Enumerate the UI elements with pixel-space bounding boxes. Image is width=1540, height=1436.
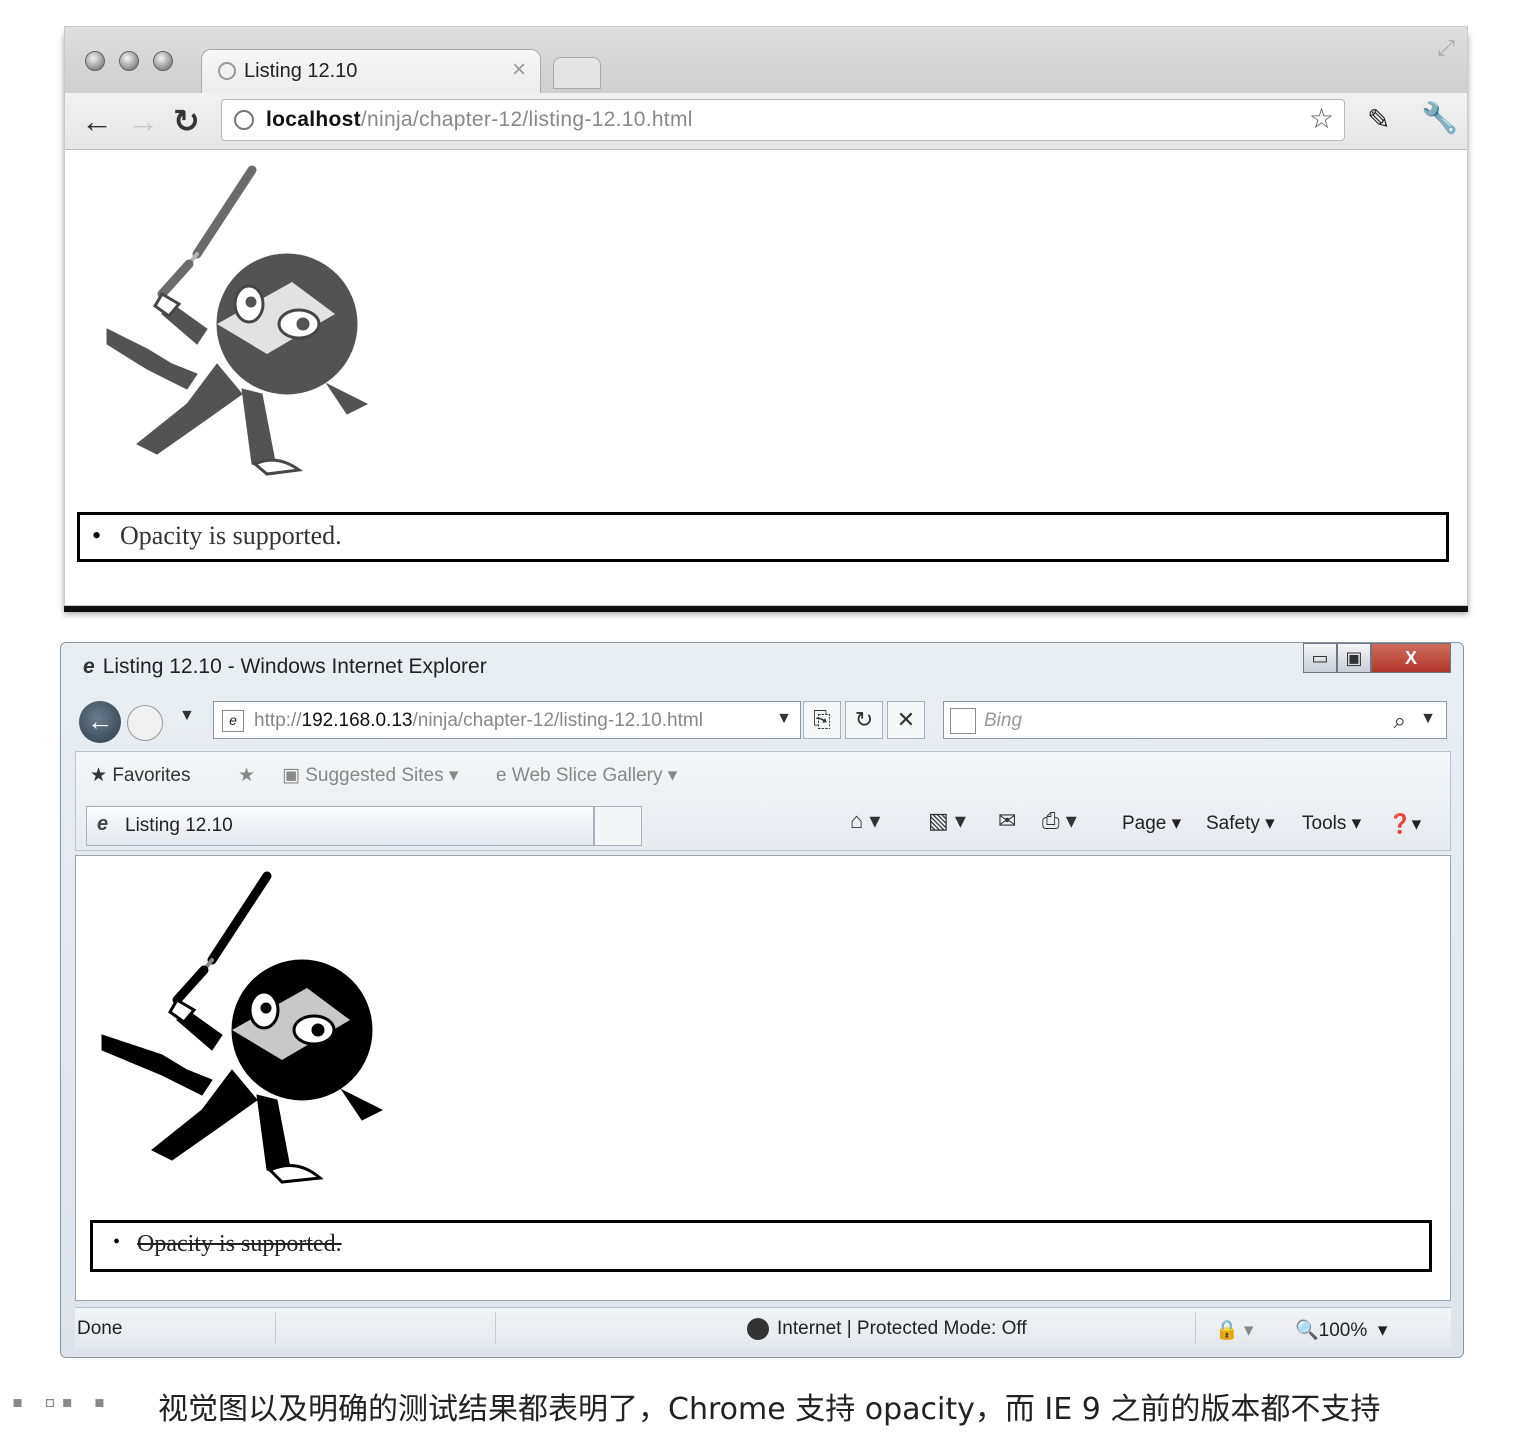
- security-zone-text[interactable]: Internet | Protected Mode: Off: [777, 1318, 1027, 1340]
- bing-icon: [950, 708, 976, 734]
- search-placeholder: Bing: [984, 710, 1023, 731]
- caption-text: 视觉图以及明确的测试结果都表明了，Chrome 支持 opacity，而 IE …: [158, 1392, 1381, 1427]
- help-icon[interactable]: ❓▾: [1388, 812, 1421, 836]
- chrome-url[interactable]: localhost/ninja/chapter-12/listing-12.10…: [266, 108, 693, 132]
- ie-tab[interactable]: e Listing 12.10: [86, 806, 594, 846]
- close-button[interactable]: X: [1371, 643, 1451, 673]
- stop-icon[interactable]: ✕: [887, 701, 925, 739]
- tab-close-icon[interactable]: ×: [512, 56, 526, 84]
- figure-caption: ▪ ▫▪ ▪ 视觉图以及明确的测试结果都表明了，Chrome 支持 opacit…: [12, 1384, 1532, 1427]
- recent-pages-dropdown-icon[interactable]: ▼: [179, 707, 195, 725]
- ie-url[interactable]: http://192.168.0.13/ninja/chapter-12/lis…: [254, 710, 703, 732]
- favorites-label: Favorites: [112, 765, 191, 786]
- forward-arrow-icon[interactable]: →: [127, 101, 159, 141]
- fullscreen-icon[interactable]: ⤢: [1437, 35, 1455, 61]
- chrome-toolbar: ← → ↻ localhost/ninja/chapter-12/listing…: [65, 93, 1467, 150]
- minimize-traffic-light[interactable]: [119, 51, 139, 71]
- status-text: Done: [77, 1318, 123, 1339]
- ie-address-row: ← ▼ e http://192.168.0.13/ninja/chapter-…: [61, 695, 1463, 743]
- add-favorites-icon[interactable]: ★: [238, 764, 255, 787]
- maximize-button[interactable]: ▣: [1337, 643, 1371, 673]
- url-host: localhost: [266, 108, 361, 131]
- results-list: Opacity is supported.: [90, 1220, 1432, 1272]
- url-path: /ninja/chapter-12/listing-12.10.html: [360, 108, 693, 131]
- web-slice-label: Web Slice Gallery: [511, 765, 663, 786]
- ninja-image: [106, 165, 369, 476]
- safety-menu-label: Safety: [1206, 813, 1260, 834]
- new-tab-button[interactable]: [594, 806, 642, 846]
- print-icon[interactable]: ⎙ ▾: [1042, 808, 1077, 834]
- url-host: 192.168.0.13: [301, 710, 413, 731]
- page-favicon-icon: [218, 62, 236, 80]
- new-tab-button[interactable]: [553, 57, 601, 89]
- safety-menu[interactable]: Safety ▾: [1206, 812, 1275, 835]
- ie-window-title: Listing 12.10 - Windows Internet Explore…: [102, 655, 487, 678]
- page-icon: e: [222, 710, 244, 732]
- web-slice-icon: e: [496, 765, 512, 786]
- favorites-button[interactable]: ★ Favorites: [90, 764, 190, 787]
- window-controls: ▭ ▣ X: [1303, 643, 1451, 677]
- feeds-icon[interactable]: ▧ ▾: [928, 808, 966, 834]
- internet-zone-icon: [747, 1318, 769, 1340]
- forward-arrow-icon[interactable]: [127, 705, 163, 741]
- star-icon[interactable]: ☆: [1309, 102, 1334, 135]
- result-item: Opacity is supported.: [92, 521, 342, 551]
- page-menu-icon[interactable]: ✎: [1367, 103, 1390, 136]
- compatibility-view-icon[interactable]: ⎘: [803, 701, 841, 739]
- search-box[interactable]: Bing ⌕ ▼: [943, 701, 1447, 739]
- wrench-icon[interactable]: 🔧: [1421, 101, 1458, 136]
- suggested-sites-label: Suggested Sites: [305, 765, 444, 786]
- globe-icon: [234, 110, 254, 130]
- refresh-icon[interactable]: ↻: [845, 701, 883, 739]
- back-arrow-icon[interactable]: ←: [79, 701, 121, 743]
- figure-label: ▪ ▫▪ ▪: [12, 1384, 112, 1420]
- ninja-image: [101, 871, 384, 1184]
- reload-icon[interactable]: ↻: [173, 101, 200, 141]
- search-icon[interactable]: ⌕: [1394, 708, 1406, 734]
- chrome-tab[interactable]: Listing 12.10 ×: [201, 49, 541, 93]
- favorites-bar: ★ Favorites ★ ▣ Suggested Sites ▾ e Web …: [75, 751, 1451, 851]
- address-dropdown-icon[interactable]: ▼: [776, 710, 792, 728]
- tools-menu[interactable]: Tools ▾: [1302, 812, 1361, 835]
- url-path: /ninja/chapter-12/listing-12.10.html: [412, 710, 703, 731]
- close-traffic-light[interactable]: [85, 51, 105, 71]
- chrome-tab-title: Listing 12.10: [244, 60, 358, 82]
- minimize-button[interactable]: ▭: [1303, 643, 1337, 673]
- back-arrow-icon[interactable]: ←: [81, 101, 113, 141]
- web-slice-gallery-button[interactable]: e Web Slice Gallery ▾: [496, 764, 677, 787]
- chrome-address-bar[interactable]: localhost/ninja/chapter-12/listing-12.10…: [221, 99, 1345, 141]
- ie-window: e Listing 12.10 - Windows Internet Explor…: [60, 642, 1464, 1358]
- ie-title-bar: e Listing 12.10 - Windows Internet Explor…: [83, 655, 487, 679]
- tools-menu-label: Tools: [1302, 813, 1347, 834]
- result-item-strikethrough: Opacity is supported.: [113, 1231, 342, 1258]
- mail-icon[interactable]: ✉: [998, 808, 1016, 834]
- status-separator: [1195, 1312, 1196, 1344]
- suggested-sites-button[interactable]: ▣ Suggested Sites ▾: [282, 764, 458, 787]
- suggested-sites-icon: ▣: [282, 765, 306, 786]
- zoom-traffic-light[interactable]: [153, 51, 173, 71]
- chrome-page-content: Opacity is supported.: [65, 150, 1467, 605]
- status-bar: Done Internet | Protected Mode: Off 🔒 ▾ …: [75, 1307, 1451, 1348]
- zoom-control[interactable]: 🔍100% ▾: [1295, 1318, 1387, 1342]
- chrome-tabstrip: Listing 12.10 × ⤢: [65, 27, 1467, 93]
- ie-tab-icon: e: [97, 813, 109, 835]
- status-separator: [275, 1312, 276, 1344]
- url-scheme: http://: [254, 710, 302, 731]
- home-icon[interactable]: ⌂ ▾: [850, 808, 880, 834]
- protected-mode-icon[interactable]: 🔒 ▾: [1215, 1318, 1253, 1342]
- page-menu[interactable]: Page ▾: [1122, 812, 1181, 835]
- favorites-star-icon: ★: [90, 765, 113, 786]
- status-separator: [495, 1312, 496, 1344]
- page-menu-label: Page: [1122, 813, 1167, 834]
- ie-tab-title: Listing 12.10: [125, 815, 233, 836]
- ie-logo-icon: e: [83, 655, 95, 678]
- ie-address-bar[interactable]: e http://192.168.0.13/ninja/chapter-12/l…: [213, 701, 801, 739]
- chrome-window: Listing 12.10 × ⤢ ← → ↻ localhost/ninja/…: [64, 26, 1468, 606]
- ie-page-content: Opacity is supported.: [75, 855, 1451, 1301]
- zoom-level: 100%: [1318, 1320, 1368, 1341]
- search-dropdown-icon[interactable]: ▼: [1420, 710, 1436, 728]
- results-list: Opacity is supported.: [77, 512, 1449, 562]
